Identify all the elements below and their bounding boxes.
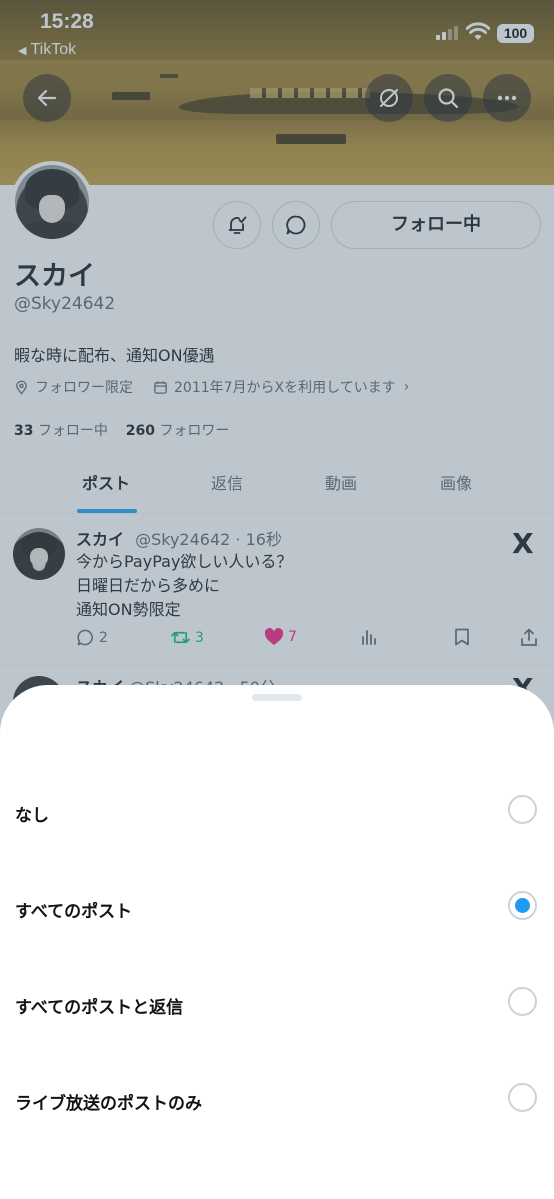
- option-label: なし: [15, 806, 49, 826]
- notify-option-posts-and-replies[interactable]: すべてのポストと返信: [0, 965, 554, 1045]
- radio-button-selected[interactable]: [508, 891, 537, 920]
- notify-option-all-posts[interactable]: すべてのポスト: [0, 869, 554, 949]
- radio-button[interactable]: [508, 1083, 537, 1112]
- radio-button[interactable]: [508, 795, 537, 824]
- notification-settings-sheet: なし すべてのポスト すべてのポストと返信 ライブ放送のポストのみ: [0, 685, 554, 1199]
- notify-option-live-only[interactable]: ライブ放送のポストのみ: [0, 1061, 554, 1141]
- sheet-grabber[interactable]: [252, 694, 302, 701]
- notify-option-none[interactable]: なし: [0, 773, 554, 853]
- option-label: すべてのポストと返信: [15, 998, 184, 1018]
- option-label: ライブ放送のポストのみ: [15, 1094, 202, 1114]
- radio-button[interactable]: [508, 987, 537, 1016]
- option-label: すべてのポスト: [15, 902, 133, 922]
